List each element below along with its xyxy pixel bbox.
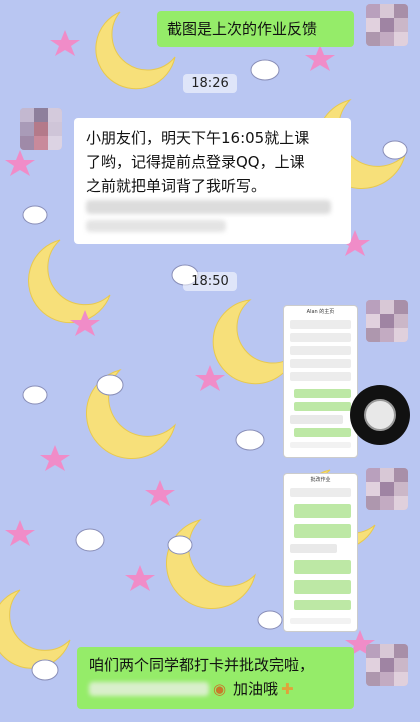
homework-screenshot-image[interactable]: 批改作业 — [283, 473, 358, 632]
snail-emoji-icon: ◉ — [213, 680, 227, 698]
my-avatar[interactable] — [366, 468, 408, 510]
chat-window: 截图是上次的作业反馈 18:26 小朋友们，明天下午16:05就上课 了哟，记得… — [0, 0, 420, 722]
my-avatar[interactable] — [366, 644, 408, 686]
screenshot-title: 批改作业 — [310, 477, 331, 483]
redacted-text — [86, 220, 226, 232]
message-text: 截图是上次的作业反馈 — [167, 20, 318, 38]
message-text-line: 咱们两个同学都打卡并批改完啦， — [89, 656, 315, 674]
received-message-bubble[interactable]: 小朋友们，明天下午16:05就上课 了哟，记得提前点登录QQ，上课 之前就把单词… — [74, 118, 351, 244]
message-text-line: 小朋友们，明天下午16:05就上课 — [86, 129, 310, 147]
timestamp: 18:50 — [0, 270, 420, 291]
sent-message-bubble[interactable]: 截图是上次的作业反馈 — [157, 11, 354, 47]
redacted-text — [86, 200, 331, 214]
sent-message-bubble[interactable]: 咱们两个同学都打卡并批改完啦， ◉ 加油哦 ✚ — [77, 647, 354, 709]
flexed-biceps-emoji-icon: ✚ — [281, 680, 294, 698]
floating-record-button[interactable] — [350, 385, 410, 445]
screenshot-title: Alan 的主页 — [306, 309, 335, 315]
redacted-text — [89, 682, 209, 696]
homework-screenshot-image[interactable]: Alan 的主页 — [283, 305, 358, 458]
message-text-line: 加油哦 — [233, 680, 279, 698]
message-text-line: 了哟，记得提前点登录QQ，上课 — [86, 153, 305, 171]
message-text-line: 之前就把单词背了我听写。 — [86, 177, 267, 195]
my-avatar[interactable] — [366, 300, 408, 342]
timestamp: 18:26 — [0, 72, 420, 93]
record-icon — [364, 399, 396, 431]
my-avatar[interactable] — [366, 4, 408, 46]
teacher-avatar[interactable] — [20, 108, 62, 150]
